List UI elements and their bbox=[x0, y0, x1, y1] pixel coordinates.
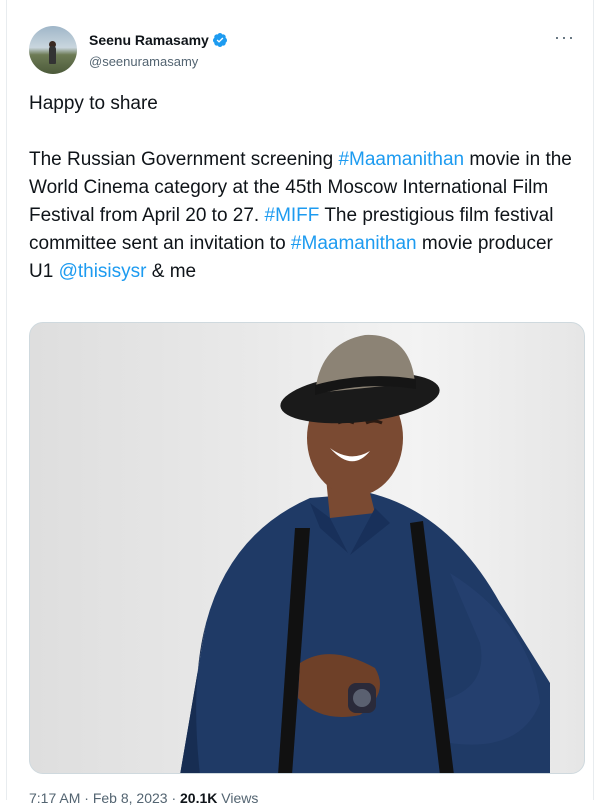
verified-badge-icon bbox=[212, 33, 227, 47]
tweet-body: The Russian Government screening #Maaman… bbox=[29, 146, 581, 286]
author-name-row: Seenu Ramasamy bbox=[89, 32, 228, 48]
avatar-figure-body bbox=[49, 46, 56, 64]
author-avatar[interactable] bbox=[29, 26, 77, 74]
author-display-name[interactable]: Seenu Ramasamy bbox=[89, 32, 209, 48]
author-handle[interactable]: @seenuramasamy bbox=[89, 54, 198, 69]
hashtag-link[interactable]: #Maamanithan bbox=[338, 149, 464, 170]
views-count: 20.1K bbox=[180, 790, 218, 806]
tweet-meta: 7:17 AM · Feb 8, 2023 · 20.1K Views bbox=[29, 790, 259, 806]
tweet-line-1: Happy to share bbox=[29, 93, 158, 114]
tweet-date[interactable]: Feb 8, 2023 bbox=[93, 790, 168, 806]
hashtag-link[interactable]: #MIFF bbox=[265, 205, 320, 226]
tweet-time[interactable]: 7:17 AM bbox=[29, 790, 80, 806]
views-label: Views bbox=[221, 790, 259, 806]
photo-illustration bbox=[180, 334, 550, 773]
tweet-card: Seenu Ramasamy @seenuramasamy ··· Happy … bbox=[6, 0, 594, 806]
tweet-text-segment: The Russian Government screening bbox=[29, 149, 339, 170]
tweet-photo[interactable] bbox=[29, 322, 585, 774]
tweet-text-segment: & me bbox=[146, 261, 197, 282]
tweet-text: Happy to share The Russian Government sc… bbox=[29, 90, 581, 286]
more-horizontal-icon[interactable]: ··· bbox=[554, 28, 575, 46]
hashtag-link[interactable]: #Maamanithan bbox=[291, 233, 417, 254]
mention-link[interactable]: @thisisysr bbox=[59, 261, 147, 282]
